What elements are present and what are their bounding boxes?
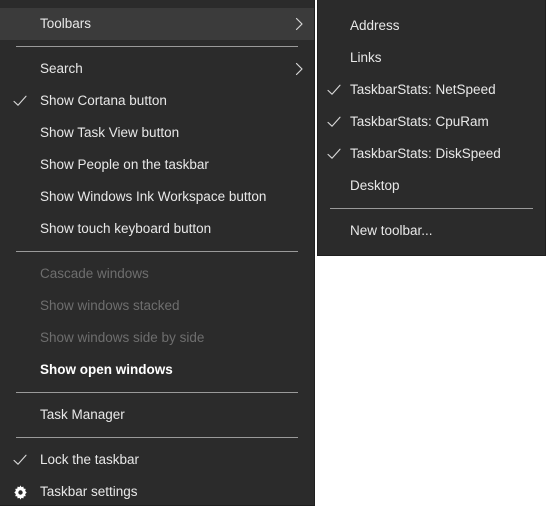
submenu-item-taskbarstats-cpuram[interactable]: TaskbarStats: CpuRam	[318, 106, 545, 138]
menu-separator	[16, 251, 298, 252]
submenu-item-taskbarstats-netspeed[interactable]: TaskbarStats: NetSpeed	[318, 74, 545, 106]
taskbar-context-menu[interactable]: Toolbars Search	[0, 0, 315, 506]
check-icon	[318, 115, 350, 129]
menu-item-show-windows-stacked: Show windows stacked	[0, 290, 314, 322]
menu-item-label: Show Task View button	[40, 126, 284, 140]
submenu-item-label: TaskbarStats: CpuRam	[350, 115, 545, 129]
menu-item-label: Show People on the taskbar	[40, 158, 284, 172]
submenu-item-label: New toolbar...	[350, 224, 545, 238]
menu-item-label: Lock the taskbar	[40, 453, 284, 467]
menu-separator	[16, 392, 298, 393]
menu-item-label: Show open windows	[40, 363, 284, 377]
submenu-item-label: Desktop	[350, 179, 545, 193]
menu-item-show-task-view-button[interactable]: Show Task View button	[0, 117, 314, 149]
menu-separator	[16, 46, 298, 47]
menu-item-show-windows-side-by-side: Show windows side by side	[0, 322, 314, 354]
gear-icon	[0, 485, 40, 500]
check-icon	[318, 147, 350, 161]
menu-item-cascade-windows: Cascade windows	[0, 258, 314, 290]
check-icon	[0, 453, 40, 467]
check-icon	[0, 94, 40, 108]
check-icon	[318, 83, 350, 97]
menu-item-show-cortana-button[interactable]: Show Cortana button	[0, 85, 314, 117]
menu-item-label: Search	[40, 62, 284, 76]
menu-item-label: Cascade windows	[40, 267, 284, 281]
menu-item-label: Task Manager	[40, 408, 284, 422]
menu-item-show-people-on-the-taskbar[interactable]: Show People on the taskbar	[0, 149, 314, 181]
submenu-separator	[330, 208, 533, 209]
menu-item-search[interactable]: Search	[0, 53, 314, 85]
submenu-item-new-toolbar[interactable]: New toolbar...	[318, 215, 545, 247]
submenu-item-address[interactable]: Address	[318, 10, 545, 42]
menu-item-label: Show windows side by side	[40, 331, 284, 345]
menu-item-label: Show windows stacked	[40, 299, 284, 313]
menu-item-lock-the-taskbar[interactable]: Lock the taskbar	[0, 444, 314, 476]
chevron-right-icon	[284, 62, 314, 76]
submenu-item-label: TaskbarStats: NetSpeed	[350, 83, 545, 97]
submenu-item-label: TaskbarStats: DiskSpeed	[350, 147, 545, 161]
menu-item-show-touch-keyboard-button[interactable]: Show touch keyboard button	[0, 213, 314, 245]
menu-item-toolbars[interactable]: Toolbars	[0, 8, 314, 40]
submenu-item-taskbarstats-diskspeed[interactable]: TaskbarStats: DiskSpeed	[318, 138, 545, 170]
menu-item-taskbar-settings[interactable]: Taskbar settings	[0, 476, 314, 508]
submenu-item-links[interactable]: Links	[318, 42, 545, 74]
menu-separator	[16, 437, 298, 438]
menu-item-label: Show Windows Ink Workspace button	[40, 190, 284, 204]
toolbars-submenu[interactable]: Address Links TaskbarStats: NetSpeed Tas…	[317, 0, 546, 256]
menu-item-label: Toolbars	[40, 17, 284, 31]
menu-item-show-open-windows[interactable]: Show open windows	[0, 354, 314, 386]
submenu-item-desktop[interactable]: Desktop	[318, 170, 545, 202]
chevron-right-icon	[284, 17, 314, 31]
submenu-item-label: Address	[350, 19, 545, 33]
menu-item-task-manager[interactable]: Task Manager	[0, 399, 314, 431]
menu-item-label: Show touch keyboard button	[40, 222, 284, 236]
menu-item-show-windows-ink-workspace-button[interactable]: Show Windows Ink Workspace button	[0, 181, 314, 213]
submenu-item-label: Links	[350, 51, 545, 65]
menu-item-label: Show Cortana button	[40, 94, 284, 108]
menu-item-label: Taskbar settings	[40, 485, 284, 499]
